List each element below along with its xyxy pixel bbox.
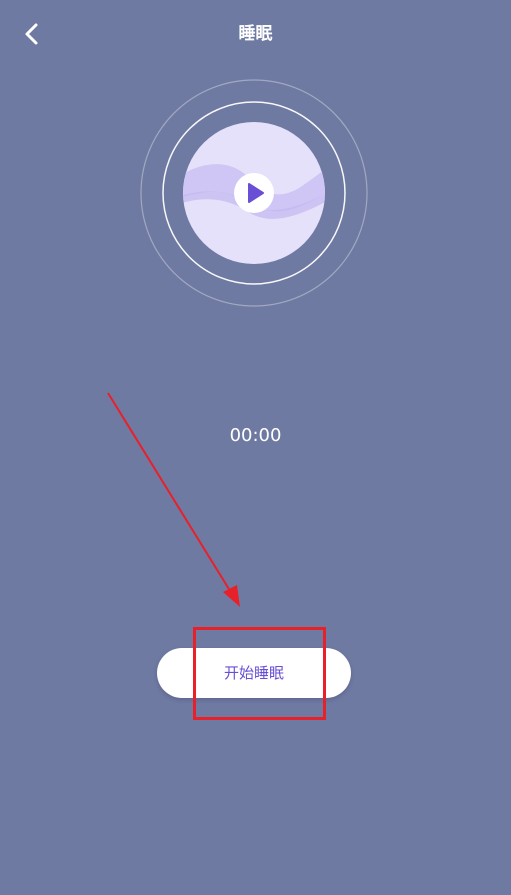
- play-button[interactable]: [234, 173, 274, 213]
- start-sleep-button[interactable]: 开始睡眠: [157, 648, 351, 698]
- play-icon: [234, 173, 274, 213]
- annotation-arrow-head: [223, 585, 240, 607]
- sleep-screen: 睡眠 00:00 开始睡眠: [0, 0, 511, 895]
- sleep-timer: 00:00: [229, 425, 282, 446]
- page-title: 睡眠: [238, 24, 273, 44]
- header-bar: 睡眠: [0, 0, 511, 68]
- sleep-disc: [139, 78, 369, 308]
